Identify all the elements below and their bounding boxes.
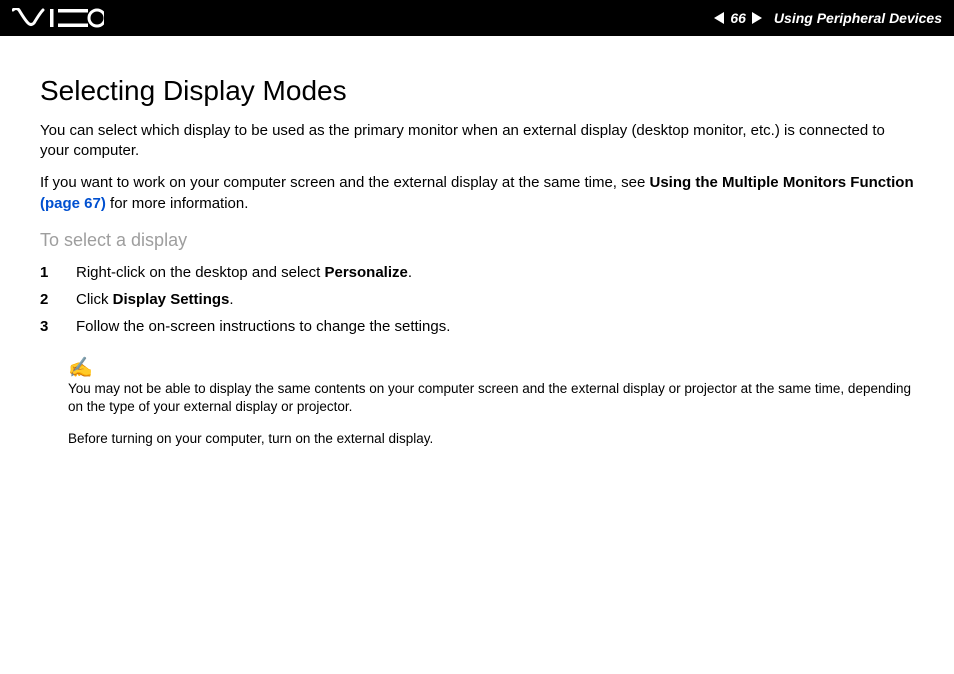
page-number: 66 [730, 10, 746, 26]
note-text-2: Before turning on your computer, turn on… [68, 430, 914, 448]
step-number: 3 [40, 313, 52, 340]
intro2-text-b: for more information. [106, 195, 249, 212]
note-text-1: You may not be able to display the same … [68, 380, 914, 416]
step-item: 2 Click Display Settings. [40, 286, 914, 313]
step-number: 1 [40, 259, 52, 286]
vaio-logo [12, 8, 104, 28]
subheading: To select a display [40, 230, 914, 251]
steps-list: 1 Right-click on the desktop and select … [40, 259, 914, 340]
intro2-text-a: If you want to work on your computer scr… [40, 174, 649, 191]
page-content: Selecting Display Modes You can select w… [0, 36, 954, 448]
note-block: ✍ You may not be able to display the sam… [68, 358, 914, 449]
step-text: Follow the on-screen instructions to cha… [76, 313, 450, 340]
intro2-bold: Using the Multiple Monitors Function [649, 174, 913, 191]
prev-page-arrow-icon[interactable] [714, 12, 724, 24]
section-title: Using Peripheral Devices [774, 10, 942, 26]
step-item: 1 Right-click on the desktop and select … [40, 259, 914, 286]
header-bar: 66 Using Peripheral Devices [0, 0, 954, 36]
note-icon: ✍ [68, 358, 914, 378]
manual-page: 66 Using Peripheral Devices Selecting Di… [0, 0, 954, 674]
step-item: 3 Follow the on-screen instructions to c… [40, 313, 914, 340]
page-title: Selecting Display Modes [40, 76, 914, 107]
step-text: Right-click on the desktop and select Pe… [76, 259, 412, 286]
intro-paragraph-2: If you want to work on your computer scr… [40, 173, 914, 214]
step-text: Click Display Settings. [76, 286, 234, 313]
header-nav: 66 Using Peripheral Devices [714, 10, 954, 26]
step-number: 2 [40, 286, 52, 313]
intro-paragraph-1: You can select which display to be used … [40, 121, 914, 162]
next-page-arrow-icon[interactable] [752, 12, 762, 24]
page-67-link[interactable]: (page 67) [40, 195, 106, 212]
